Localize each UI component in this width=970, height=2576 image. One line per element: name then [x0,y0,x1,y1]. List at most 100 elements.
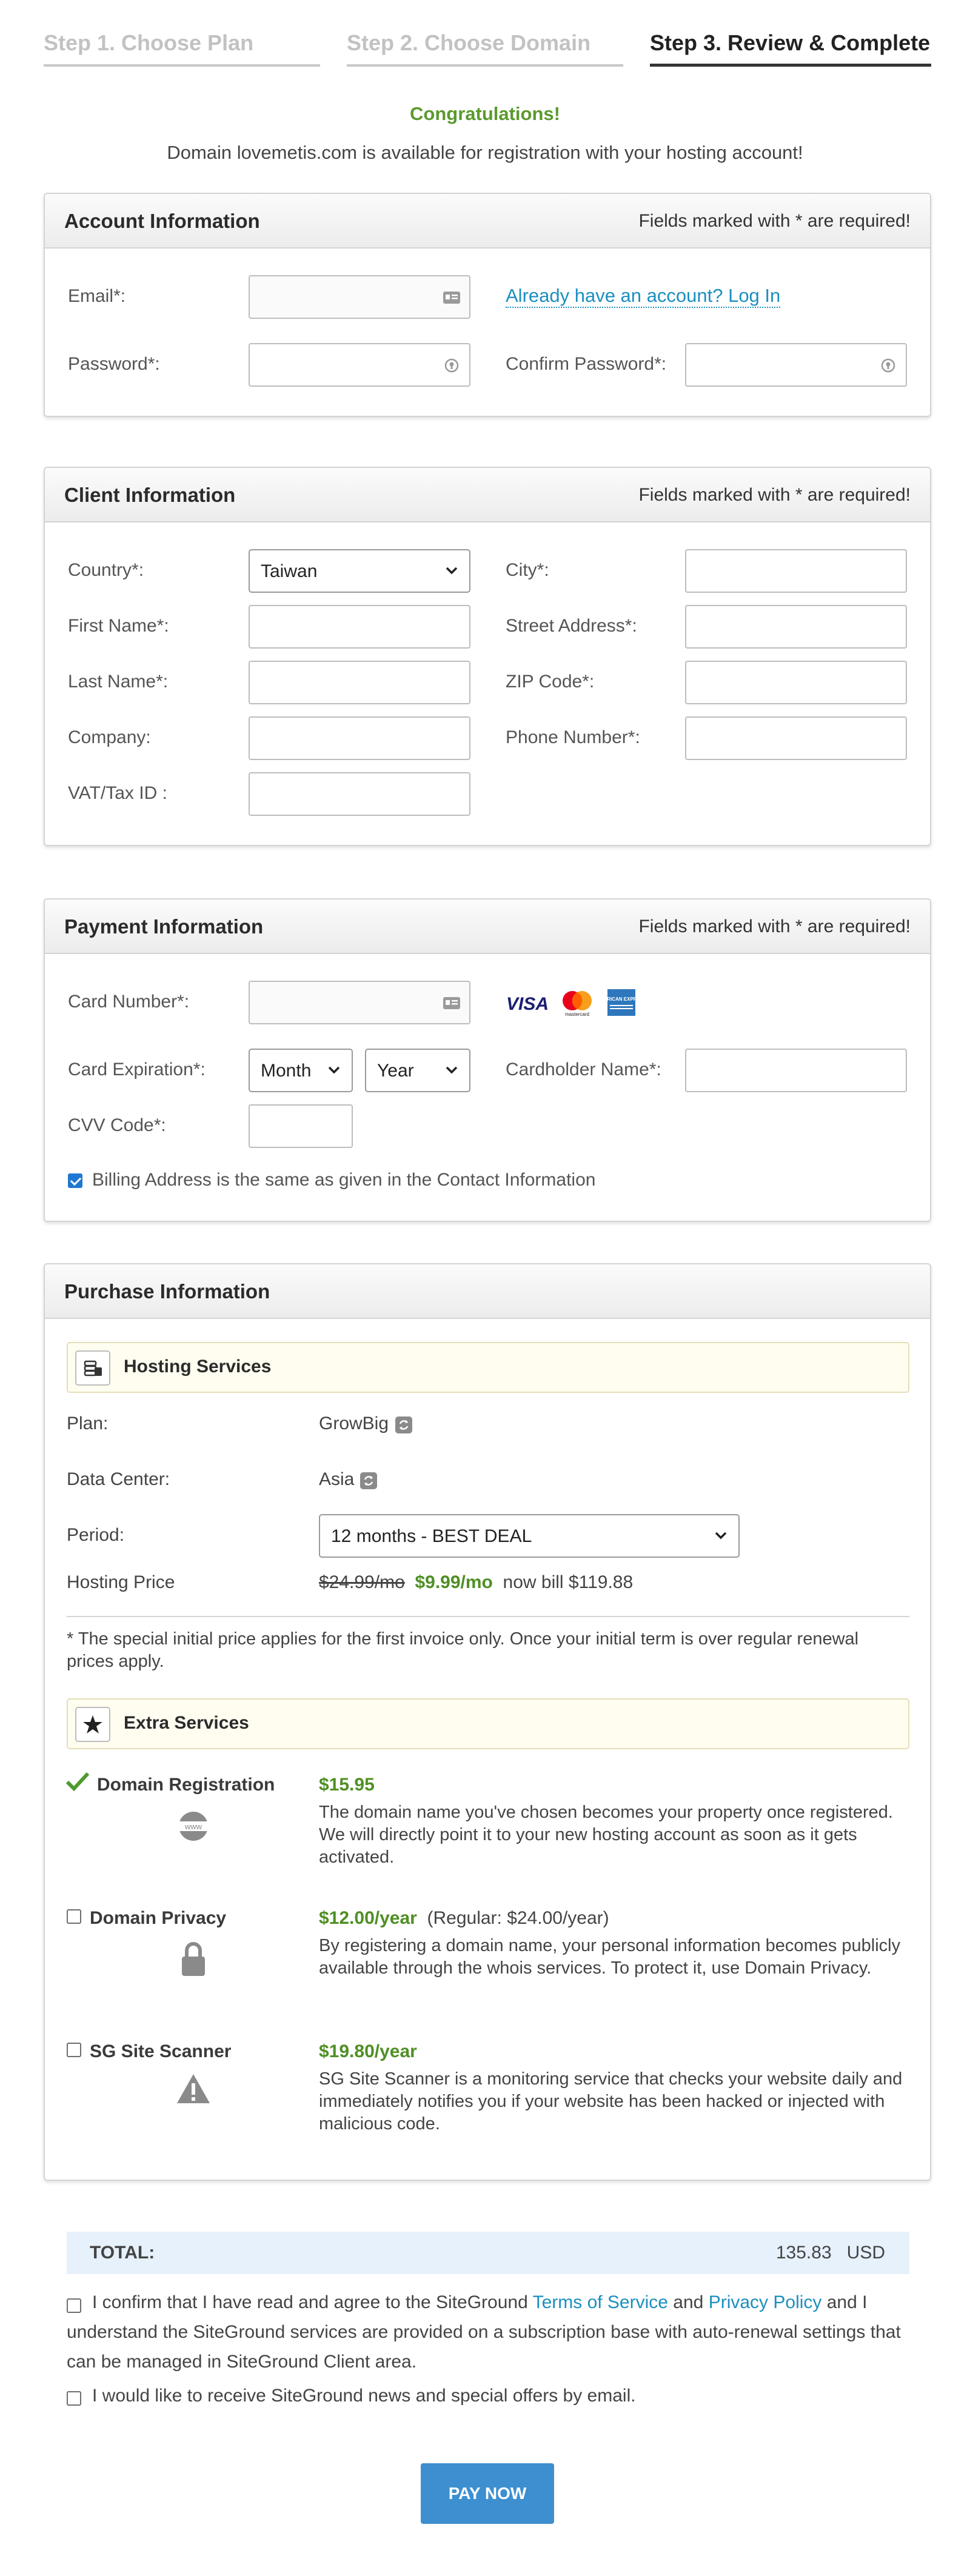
period-label: Period: [67,1525,125,1545]
total-amount: 135.83 [775,2243,832,2263]
checkmark-icon [65,1772,90,1792]
hosting-price: $24.99/mo $9.99/mo now bill $119.88 [319,1572,633,1593]
extra-services-title: Extra Services [124,1713,249,1733]
domain-privacy-price-line: $12.00/year (Regular: $24.00/year) [319,1908,609,1929]
cvv-code-field[interactable] [249,1104,353,1148]
site-scanner-description: SG Site Scanner is a monitoring service … [319,2069,903,2134]
expiration-month-select[interactable]: Month [249,1049,353,1092]
step-2-label: Step 2. Choose Domain [347,30,591,55]
expiration-year-select[interactable]: Year [365,1049,470,1092]
country-select[interactable]: Taiwan [249,549,470,593]
site-scanner-checkbox[interactable] [67,2043,81,2057]
star-icon [83,1715,102,1733]
extra-star-icon [75,1707,110,1742]
client-panel-title: Client Information [64,484,236,506]
change-plan-icon[interactable] [395,1416,412,1433]
street-address-field[interactable] [685,605,907,649]
chevron-down-icon [446,1066,458,1074]
visa-logo-text: VISA [506,994,549,1014]
password-label: Password*: [68,354,160,374]
required-note: Fields marked with * are required! [638,211,911,231]
warning-icon [177,2074,210,2103]
domain-registration-description: The domain name you've chosen becomes yo… [319,1803,893,1867]
account-panel-header: Account Information Fields marked with *… [45,194,930,249]
data-center-label: Data Center: [67,1469,170,1489]
congratulations-heading: Congratulations! [410,103,560,124]
new-price: $9.99/mo [415,1572,493,1592]
client-panel-header: Client Information Fields marked with * … [45,468,930,522]
domain-registration-price: $15.95 [319,1775,375,1795]
hosting-services-title: Hosting Services [124,1356,272,1376]
password-dots-icon [444,358,459,373]
purchase-panel-header: Purchase Information [45,1264,930,1319]
confirm-password-label: Confirm Password*: [506,354,667,374]
site-scanner-price: $19.80/year [319,2041,417,2061]
vat-tax-id-field[interactable] [249,772,470,816]
initial-price-note: * The special initial price applies for … [67,1629,859,1671]
plan-label: Plan: [67,1413,109,1433]
terms-text-part1: I confirm that I have read and agree to … [92,2292,533,2312]
www-globe-icon: www [177,1812,210,1841]
company-field[interactable] [249,716,470,760]
contact-card-icon [443,997,460,1009]
privacy-policy-link[interactable]: Privacy Policy [709,2292,822,2312]
phone-number-label: Phone Number*: [506,727,640,747]
amex-logo-icon: AMERICAN EXPRESS [606,989,637,1016]
period-select[interactable]: 12 months - BEST DEAL [319,1514,740,1558]
terms-and: and [667,2292,709,2312]
domain-privacy-price: $12.00/year [319,1908,417,1928]
terms-of-service-link[interactable]: Terms of Service [533,2292,668,2312]
www-text: www [184,1822,202,1831]
mastercard-logo-text: mastercard [565,1012,589,1017]
terms-agreement-text: I confirm that I have read and agree to … [67,2287,909,2377]
domain-privacy-description: By registering a domain name, your perso… [319,1936,901,1978]
cardholder-name-field[interactable] [685,1049,907,1092]
country-label: Country*: [68,560,144,580]
chevron-down-icon [446,567,458,575]
step-2-choose-domain[interactable]: Step 2. Choose Domain [347,30,623,67]
confirm-password-field[interactable] [685,343,907,387]
visa-logo-icon: VISA [506,994,549,1014]
change-data-center-icon[interactable] [360,1472,377,1489]
chevron-down-icon [328,1066,340,1074]
street-address-label: Street Address*: [506,616,637,636]
vat-tax-id-label: VAT/Tax ID : [68,783,167,803]
email-label: Email*: [68,286,126,306]
zip-code-field[interactable] [685,661,907,704]
last-name-field[interactable] [249,661,470,704]
domain-registration-name: Domain Registration [97,1775,275,1795]
step-1-label: Step 1. Choose Plan [44,30,254,55]
card-number-field[interactable] [249,981,470,1024]
pay-now-button[interactable]: PAY NOW [421,2463,554,2524]
billing-same-checkbox[interactable] [68,1173,82,1188]
phone-number-field[interactable] [685,716,907,760]
first-name-label: First Name*: [68,616,169,636]
payment-information-panel: Payment Information Fields marked with *… [44,898,931,1222]
city-field[interactable] [685,549,907,593]
newsletter-label: I would like to receive SiteGround news … [92,2386,636,2406]
contact-card-icon [443,292,460,304]
login-link[interactable]: Already have an account? Log In [506,285,781,308]
server-icon [84,1360,102,1376]
year-value: Year [377,1061,414,1081]
domain-privacy-checkbox[interactable] [67,1909,81,1924]
total-value: 135.83 USD [776,2243,885,2263]
newsletter-checkbox[interactable] [67,2391,81,2406]
total-label: TOTAL: [90,2243,155,2263]
client-information-panel: Client Information Fields marked with * … [44,467,931,846]
extra-services-header: Extra Services [67,1698,909,1749]
payment-panel-header: Payment Information Fields marked with *… [45,899,930,954]
first-name-field[interactable] [249,605,470,649]
site-scanner-name: SG Site Scanner [90,2041,232,2061]
total-bar: TOTAL: 135.83 USD [67,2232,909,2274]
domain-privacy-regular-price: (Regular: $24.00/year) [427,1908,609,1928]
hosting-price-label: Hosting Price [67,1572,175,1592]
chevron-down-icon [715,1532,727,1540]
password-field[interactable] [249,343,470,387]
email-field[interactable] [249,275,470,319]
step-1-choose-plan[interactable]: Step 1. Choose Plan [44,30,320,67]
hosting-services-header: Hosting Services [67,1342,909,1393]
domain-availability-message: Domain lovemetis.com is available for re… [167,142,803,163]
amex-logo-text: AMERICAN EXPRESS [606,996,637,1002]
card-number-label: Card Number*: [68,992,190,1012]
